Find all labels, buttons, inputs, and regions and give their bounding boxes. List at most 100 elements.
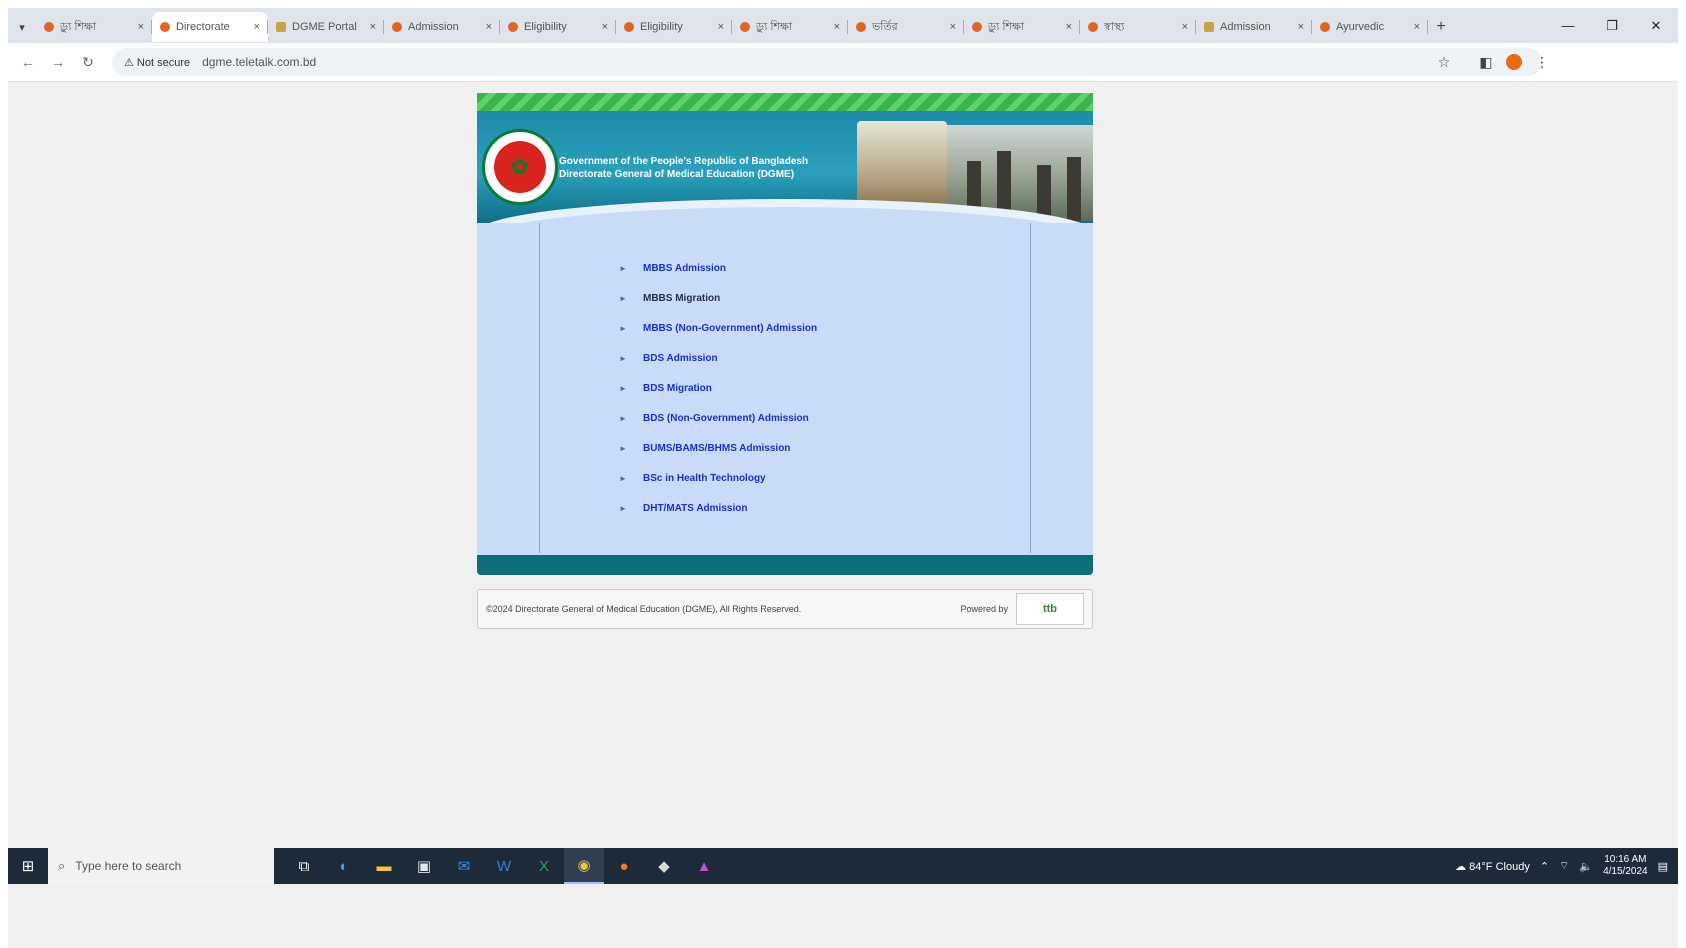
side-panel-icon[interactable]: ◧ bbox=[1474, 51, 1498, 73]
mail-icon[interactable]: ✉ bbox=[444, 848, 484, 884]
task-view-icon[interactable]: ⧉ bbox=[284, 848, 324, 884]
browser-tab[interactable]: স্বাস্থ্য × bbox=[1080, 12, 1196, 42]
new-tab-icon[interactable]: + bbox=[1428, 18, 1454, 36]
close-icon[interactable]: ✕ bbox=[1634, 8, 1678, 43]
menu-link[interactable]: BDS (Non-Government) Admission bbox=[643, 413, 809, 424]
browser-tab[interactable]: Admission × bbox=[1196, 12, 1312, 42]
bullet-arrow-icon: ► bbox=[619, 323, 627, 333]
app2-icon[interactable]: ▲ bbox=[684, 848, 724, 884]
weather-widget[interactable]: ☁ 84°F Cloudy bbox=[1455, 860, 1530, 873]
taskbar-search[interactable]: ⌕ Type here to search bbox=[48, 848, 274, 884]
tab-favicon-icon bbox=[276, 22, 286, 32]
tab-close-icon[interactable]: × bbox=[1182, 21, 1188, 33]
clock-date: 4/15/2024 bbox=[1603, 866, 1648, 877]
tab-strip: ▾ ড়্যু শিক্ষা × Directorate × DGME Portal × A… bbox=[8, 8, 1678, 43]
avatar bbox=[1506, 54, 1522, 70]
excel-icon[interactable]: X bbox=[524, 848, 564, 884]
tab-close-icon[interactable]: × bbox=[370, 21, 376, 33]
browser-tab[interactable]: Ayurvedic × bbox=[1312, 12, 1428, 42]
menu-kebab-icon[interactable]: ⋮ bbox=[1530, 51, 1554, 73]
site-header: ✿ Government of the People's Republic of… bbox=[477, 111, 1093, 223]
tab-close-icon[interactable]: × bbox=[1298, 21, 1304, 33]
system-tray: ☁ 84°F Cloudy ⌃ ⌔ 🔈 10:16 AM 4/15/2024 ▤ bbox=[1455, 854, 1678, 878]
network-icon[interactable]: ⌔ bbox=[1559, 859, 1569, 873]
tab-close-icon[interactable]: × bbox=[1414, 21, 1420, 33]
tab-close-icon[interactable]: × bbox=[718, 21, 724, 33]
content-bottom-bar bbox=[477, 555, 1093, 575]
browser-tab[interactable]: ড়্যু শিক্ষা × bbox=[36, 12, 152, 42]
chrome-icon[interactable]: ◉ bbox=[564, 848, 604, 884]
teletalk-logo[interactable]: ttb bbox=[1016, 593, 1084, 625]
header-line-1: Government of the People's Republic of B… bbox=[559, 156, 809, 167]
menu-link[interactable]: BDS Migration bbox=[643, 383, 712, 394]
window-controls: — ❐ ✕ bbox=[1546, 8, 1678, 43]
maximize-icon[interactable]: ❐ bbox=[1590, 8, 1634, 43]
store-icon[interactable]: ▣ bbox=[404, 848, 444, 884]
bookmark-star-icon[interactable]: ☆ bbox=[1432, 51, 1456, 73]
minimize-icon[interactable]: — bbox=[1546, 8, 1590, 43]
browser-tab[interactable]: DGME Portal × bbox=[268, 12, 384, 42]
tab-favicon-icon bbox=[392, 22, 402, 32]
browser-tab[interactable]: ভর্তির × bbox=[848, 12, 964, 42]
firefox-icon[interactable]: ● bbox=[604, 848, 644, 884]
tab-close-icon[interactable]: × bbox=[834, 21, 840, 33]
browser-tab[interactable]: Directorate × bbox=[152, 12, 268, 42]
menu-item: ► BUMS/BAMS/BHMS Admission bbox=[619, 433, 817, 463]
tab-favicon-icon bbox=[1088, 22, 1098, 32]
address-bar[interactable]: ⚠ Not secure dgme.teletalk.com.bd bbox=[112, 48, 1542, 76]
reload-icon[interactable]: ↻ bbox=[76, 51, 100, 73]
tray-chevron-icon[interactable]: ⌃ bbox=[1540, 860, 1549, 873]
edge-icon[interactable]: ◐ bbox=[324, 848, 364, 884]
browser-tab[interactable]: Eligibility × bbox=[500, 12, 616, 42]
dgme-site: ✿ Government of the People's Republic of… bbox=[477, 93, 1093, 629]
menu-link[interactable]: BSc in Health Technology bbox=[643, 473, 766, 484]
url-text[interactable]: dgme.teletalk.com.bd bbox=[202, 55, 316, 69]
tab-label: Ayurvedic bbox=[1336, 21, 1385, 33]
tab-favicon-icon bbox=[624, 22, 634, 32]
file-explorer-icon[interactable]: ▬ bbox=[364, 848, 404, 884]
menu-item: ► BDS Admission bbox=[619, 343, 817, 373]
tab-search-icon[interactable]: ▾ bbox=[8, 13, 36, 41]
tab-close-icon[interactable]: × bbox=[602, 21, 608, 33]
browser-tab[interactable]: ড়্যু শিক্ষা × bbox=[964, 12, 1080, 42]
notification-icon[interactable]: ▤ bbox=[1658, 860, 1668, 873]
tab-favicon-icon bbox=[508, 22, 518, 32]
menu-link[interactable]: MBBS (Non-Government) Admission bbox=[643, 323, 817, 334]
profile-avatar[interactable] bbox=[1502, 51, 1526, 73]
tab-close-icon[interactable]: × bbox=[950, 21, 956, 33]
browser-tab[interactable]: Admission × bbox=[384, 12, 500, 42]
menu-item: ► BDS Migration bbox=[619, 373, 817, 403]
tab-close-icon[interactable]: × bbox=[1066, 21, 1072, 33]
menu-link[interactable]: DHT/MATS Admission bbox=[643, 503, 747, 514]
menu-link[interactable]: BUMS/BAMS/BHMS Admission bbox=[643, 443, 790, 454]
bullet-arrow-icon: ► bbox=[619, 503, 627, 513]
site-footer: ©2024 Directorate General of Medical Edu… bbox=[477, 589, 1093, 629]
browser-tab[interactable]: Eligibility × bbox=[616, 12, 732, 42]
powered-by: Powered by ttb bbox=[960, 593, 1084, 625]
menu-link[interactable]: MBBS Migration bbox=[643, 293, 720, 304]
menu-link[interactable]: MBBS Admission bbox=[643, 263, 726, 274]
tab-list: ▾ ড়্যু শিক্ষা × Directorate × DGME Portal × A… bbox=[8, 11, 1454, 43]
admission-menu: ► MBBS Admission ► MBBS Migration ► MBBS (Non… bbox=[619, 253, 817, 523]
windows-start-icon[interactable]: ⊞ bbox=[8, 848, 48, 884]
tab-favicon-icon bbox=[1320, 22, 1330, 32]
menu-item: ► BSc in Health Technology bbox=[619, 463, 817, 493]
forward-icon[interactable]: → bbox=[46, 51, 70, 73]
tab-close-icon[interactable]: × bbox=[254, 21, 260, 33]
tab-label: Admission bbox=[408, 21, 459, 33]
browser-tab[interactable]: ড়্যু শিক্ষা × bbox=[732, 12, 848, 42]
clock[interactable]: 10:16 AM 4/15/2024 bbox=[1603, 854, 1648, 878]
header-title: Government of the People's Republic of B… bbox=[559, 155, 808, 181]
bullet-arrow-icon: ► bbox=[619, 473, 627, 483]
powered-by-label: Powered by bbox=[960, 604, 1008, 614]
app-icon[interactable]: ◆ bbox=[644, 848, 684, 884]
tab-close-icon[interactable]: × bbox=[486, 21, 492, 33]
tab-close-icon[interactable]: × bbox=[138, 21, 144, 33]
back-icon[interactable]: ← bbox=[16, 51, 40, 73]
word-icon[interactable]: W bbox=[484, 848, 524, 884]
column-divider-left bbox=[539, 223, 540, 553]
not-secure-badge[interactable]: ⚠ Not secure bbox=[124, 56, 190, 69]
volume-icon[interactable]: 🔈 bbox=[1579, 860, 1593, 873]
menu-link[interactable]: BDS Admission bbox=[643, 353, 718, 364]
tab-label: Eligibility bbox=[524, 21, 567, 33]
